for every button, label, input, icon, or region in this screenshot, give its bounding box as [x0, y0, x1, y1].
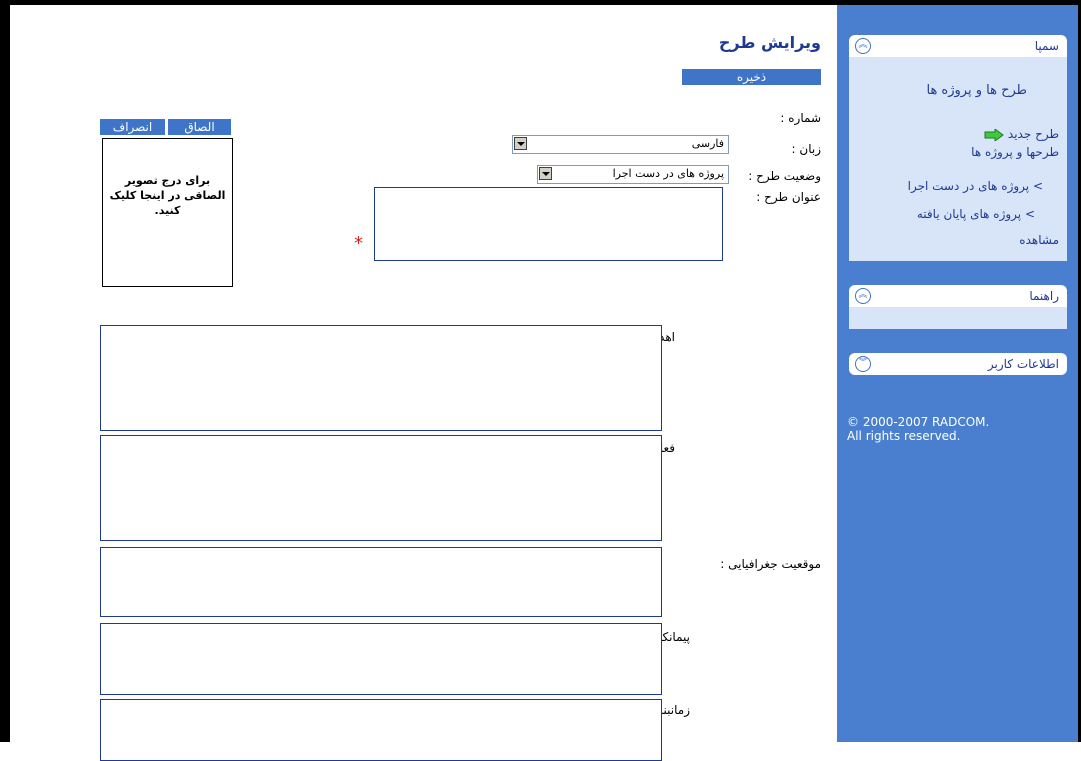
copyright-line1: © 2000-2007 RADCOM. — [847, 415, 990, 429]
copyright: © 2000-2007 RADCOM. All rights reserved. — [847, 415, 989, 443]
panel-header-sampa[interactable]: سمپا ︽ — [849, 35, 1067, 57]
plan-title-label: عنوان طرح : — [756, 190, 821, 204]
language-value: فارسی — [691, 137, 724, 150]
panel-title-help: راهنما — [1029, 289, 1059, 303]
panel-header-help[interactable]: راهنما ︽ — [849, 285, 1067, 307]
green-arrow-icon — [984, 127, 1004, 142]
contractor-input[interactable] — [100, 623, 662, 695]
location-label: موقعیت جغرافیایی : — [720, 557, 821, 571]
sidebar: سمپا ︽ طرح ها و پروژه ها طرح جدید طرحها … — [837, 5, 1078, 742]
panel-title-sampa: سمپا — [1034, 39, 1059, 53]
required-mark: * — [354, 233, 363, 254]
main-content: ویرایش طرح ذخیره شماره : زبان : فارسی وض… — [10, 5, 837, 761]
new-plan-link[interactable]: طرح جدید — [984, 127, 1059, 142]
plans-projects-link[interactable]: طرحها و پروژه ها — [971, 145, 1059, 159]
activity-input[interactable] — [100, 435, 662, 541]
new-plan-label: طرح جدید — [1007, 127, 1059, 141]
double-chevron-down-icon[interactable]: ︾ — [855, 356, 871, 372]
cancel-button[interactable]: انصراف — [100, 119, 165, 135]
language-label: زبان : — [791, 142, 821, 156]
window-frame-left — [0, 0, 10, 742]
image-upload-box[interactable]: برای درج تصویر الصاقی در اینجا کلیک کنید… — [102, 138, 233, 287]
double-chevron-up-icon[interactable]: ︽ — [855, 288, 871, 304]
image-placeholder-text: برای درج تصویر الصاقی در اینجا کلیک کنید… — [109, 174, 226, 217]
double-chevron-up-icon[interactable]: ︽ — [855, 38, 871, 54]
panel-header-user-info[interactable]: اطلاعات کاربر ︾ — [849, 353, 1067, 375]
location-input[interactable] — [100, 547, 662, 617]
status-value: پروژه های در دست اجرا — [612, 167, 724, 180]
panel-subtitle: طرح ها و پروژه ها — [926, 83, 1027, 98]
panel-body-sampa: طرح ها و پروژه ها طرح جدید طرحها و پروژه… — [849, 57, 1067, 261]
goals-input[interactable] — [100, 325, 662, 431]
projects-in-progress-link[interactable]: > پروژه های در دست اجرا — [908, 179, 1043, 193]
status-select[interactable]: پروژه های در دست اجرا — [537, 165, 729, 184]
paste-button[interactable]: الصاق — [168, 119, 231, 135]
panel-title-user-info: اطلاعات کاربر — [987, 357, 1059, 371]
status-label: وضعیت طرح : — [748, 169, 821, 183]
plan-title-input[interactable] — [374, 187, 723, 261]
schedule-input[interactable] — [100, 699, 662, 761]
view-link[interactable]: مشاهده — [1019, 233, 1059, 247]
projects-finished-link[interactable]: > پروژه های پایان یافته — [917, 207, 1035, 221]
panel-body-help — [849, 307, 1067, 329]
number-label: شماره : — [780, 111, 821, 125]
page-title: ویرایش طرح — [718, 33, 821, 52]
save-button[interactable]: ذخیره — [682, 69, 821, 85]
chevron-down-icon[interactable] — [539, 167, 552, 180]
language-select[interactable]: فارسی — [512, 135, 729, 154]
chevron-down-icon[interactable] — [514, 137, 527, 150]
copyright-line2: All rights reserved. — [847, 429, 961, 443]
